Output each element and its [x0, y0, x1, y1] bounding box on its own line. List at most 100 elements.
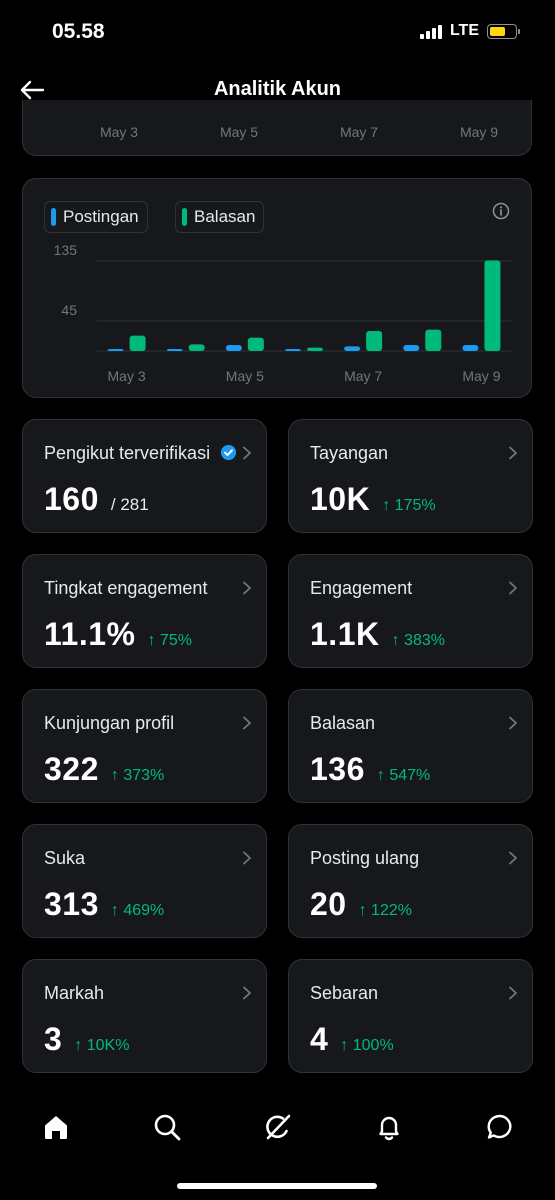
verified-badge-icon — [220, 444, 237, 461]
stat-change: ↑ 100% — [340, 1037, 394, 1054]
stat-value-row: 20 ↑ 122% — [310, 886, 412, 923]
stat-label: Suka — [44, 848, 86, 868]
signal-icon — [419, 23, 442, 39]
x-axis-label: May 5 — [219, 124, 259, 140]
stat-card[interactable]: Engagement 1.1K ↑ 383% — [288, 554, 533, 668]
chevron-right-icon — [243, 446, 251, 460]
stat-card[interactable]: Tayangan 10K ↑ 175% — [288, 419, 533, 533]
stat-label: Sebaran — [310, 983, 379, 1003]
stat-value-row: 136 ↑ 547% — [310, 751, 430, 788]
stat-value: 20 — [310, 886, 347, 922]
home-indicator — [177, 1183, 377, 1189]
activity-chart-card: Postingan Balasan 135 45 May 3 May 5 May 7 Ma… — [22, 178, 532, 398]
bar-balasan[interactable] — [129, 335, 146, 351]
chevron-right-icon — [243, 986, 251, 1000]
chevron-right-icon — [243, 581, 251, 595]
stat-change: ↑ 373% — [110, 767, 165, 784]
stat-value: 160 — [44, 481, 99, 517]
bar-balasan[interactable] — [425, 329, 442, 351]
y-tick-label: 135 — [54, 242, 78, 258]
chevron-right-icon — [509, 716, 517, 730]
stat-value-row: 313 ↑ 469% — [44, 886, 164, 923]
stat-label: Balasan — [310, 713, 376, 733]
previous-chart-card: May 3 May 5 May 7 May 9 — [22, 100, 532, 156]
bar-balasan[interactable] — [484, 260, 501, 351]
stat-change: ↑ 175% — [382, 497, 436, 514]
chevron-right-icon — [243, 716, 251, 730]
x-tick-label: May 9 — [462, 368, 500, 384]
stat-change: ↑ 469% — [110, 902, 165, 919]
stat-value-row: 10K ↑ 175% — [310, 481, 436, 518]
stat-card[interactable]: Posting ulang 20 ↑ 122% — [288, 824, 533, 938]
x-axis-label: May 7 — [339, 124, 379, 140]
bar-postingan[interactable] — [225, 345, 242, 351]
stat-value: 10K — [310, 481, 371, 517]
x-tick-label: May 3 — [108, 368, 146, 384]
chevron-right-icon — [509, 446, 517, 460]
y-tick-label: 45 — [61, 302, 77, 318]
bar-balasan[interactable] — [366, 331, 383, 351]
nav-search[interactable] — [150, 1110, 184, 1144]
stat-card[interactable]: Sebaran 4 ↑ 100% — [288, 959, 533, 1073]
bar-postingan[interactable] — [107, 349, 124, 351]
stat-value: 313 — [44, 886, 99, 922]
stat-value: 322 — [44, 751, 99, 787]
bar-postingan[interactable] — [403, 345, 420, 351]
chat-bubble-icon — [487, 1114, 512, 1139]
stat-change: ↑ 547% — [376, 767, 431, 784]
stat-value-row: 11.1% ↑ 75% — [44, 616, 192, 653]
bar-balasan[interactable] — [247, 337, 264, 351]
bar-chart: 135 45 May 3 May 5 May 7 May 9 — [54, 242, 511, 384]
stat-card[interactable]: Pengikut terverifikasi 160 / 281 — [22, 419, 267, 533]
stat-value-row: 1.1K ↑ 383% — [310, 616, 445, 653]
stat-label: Markah — [44, 983, 105, 1003]
home-icon — [45, 1116, 67, 1139]
stat-change: ↑ 383% — [391, 632, 445, 649]
stat-card[interactable]: Tingkat engagement 11.1% ↑ 75% — [22, 554, 267, 668]
stat-value-row: 322 ↑ 373% — [44, 751, 164, 788]
stat-label: Engagement — [310, 578, 413, 598]
chevron-right-icon — [509, 986, 517, 1000]
stat-label: Pengikut terverifikasi — [44, 443, 211, 463]
stat-value-row: 4 ↑ 100% — [310, 1021, 394, 1058]
stat-change: ↑ 122% — [358, 902, 412, 919]
stat-change: ↑ 75% — [147, 632, 192, 649]
stat-label: Posting ulang — [310, 848, 420, 868]
nav-notifications[interactable] — [372, 1110, 406, 1144]
stat-card[interactable]: Balasan 136 ↑ 547% — [288, 689, 533, 803]
stat-card[interactable]: Markah 3 ↑ 10K% — [22, 959, 267, 1073]
status-bar: 05.58 LTE — [0, 0, 555, 60]
bar-postingan[interactable] — [285, 349, 301, 351]
bar-postingan[interactable] — [462, 345, 479, 351]
stat-value: 3 — [44, 1021, 63, 1057]
bar-balasan[interactable] — [307, 347, 323, 351]
bar-postingan[interactable] — [166, 349, 183, 351]
stat-total: / 281 — [110, 495, 149, 514]
stat-label: Kunjungan profil — [44, 713, 175, 733]
chevron-right-icon — [243, 851, 251, 865]
bar-balasan[interactable] — [188, 344, 205, 351]
x-axis-label: May 9 — [459, 124, 499, 140]
x-axis-label: May 3 — [99, 124, 139, 140]
bell-icon — [379, 1116, 399, 1141]
chevron-right-icon — [509, 581, 517, 595]
page-title: Analitik Akun — [213, 78, 342, 100]
stat-card[interactable]: Kunjungan profil 322 ↑ 373% — [22, 689, 267, 803]
stat-value-row: 3 ↑ 10K% — [44, 1021, 129, 1058]
stat-value-row: 160 / 281 — [44, 481, 149, 518]
stat-value: 1.1K — [310, 616, 380, 652]
stat-card[interactable]: Suka 313 ↑ 469% — [22, 824, 267, 938]
stat-label: Tayangan — [310, 443, 389, 463]
bar-postingan[interactable] — [344, 346, 361, 351]
nav-home[interactable] — [39, 1110, 73, 1144]
stat-value: 136 — [310, 751, 365, 787]
x-tick-label: May 5 — [226, 368, 264, 384]
status-indicators: LTE — [419, 22, 520, 40]
network-type: LTE — [449, 22, 479, 39]
nav-grok[interactable] — [261, 1110, 295, 1144]
battery-icon — [487, 23, 520, 39]
stat-value: 11.1% — [44, 616, 136, 652]
status-time: 05.58 — [52, 20, 105, 43]
nav-messages[interactable] — [483, 1110, 517, 1144]
chevron-right-icon — [509, 851, 517, 865]
